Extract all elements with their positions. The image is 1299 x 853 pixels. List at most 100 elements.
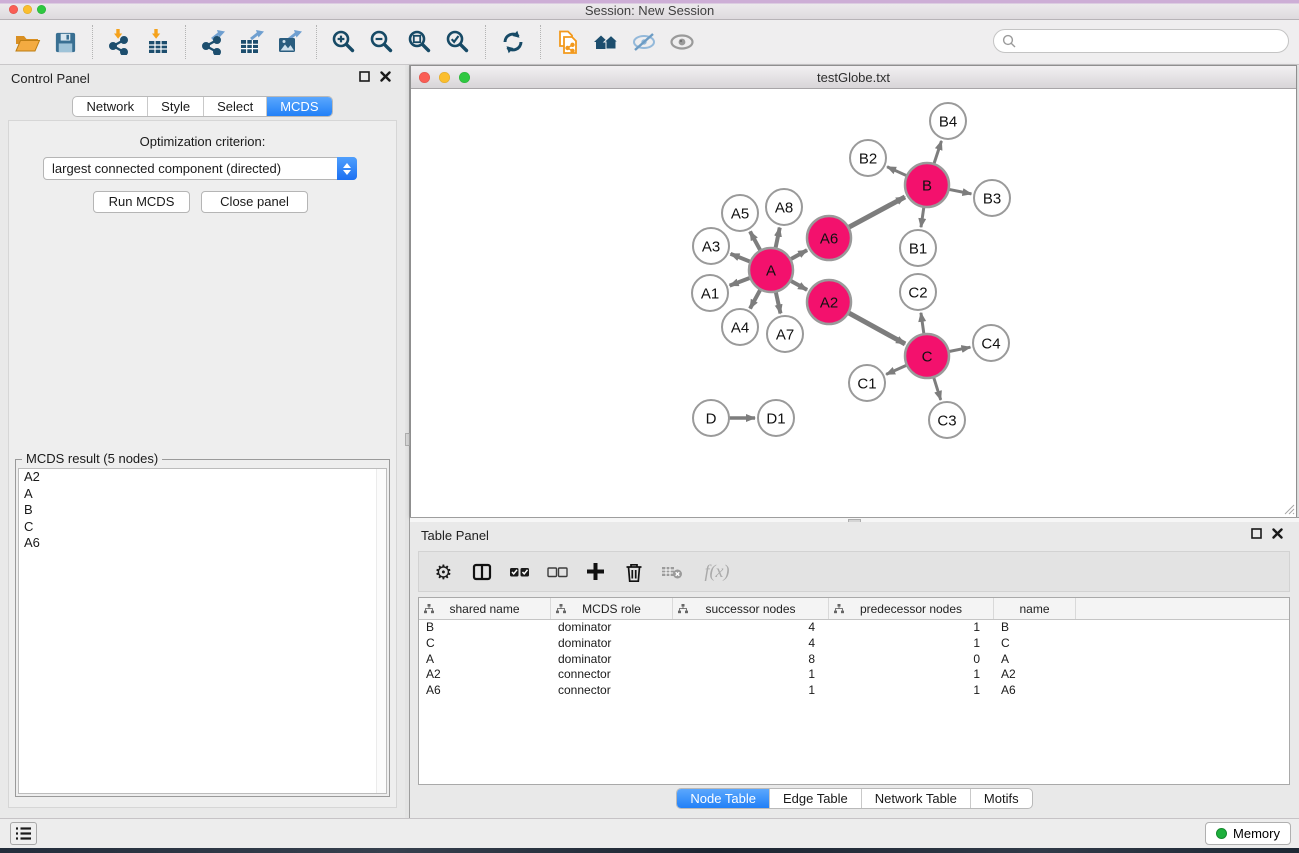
- table-cell[interactable]: 8: [673, 652, 829, 668]
- network-graph[interactable]: B4B2BB3A8A5A6A3B1AA1C2A2A4A7C4CC1C3DD1: [411, 89, 1296, 517]
- table-row[interactable]: A2connector11A2: [419, 667, 1289, 683]
- function-builder-button[interactable]: f(x): [695, 557, 739, 587]
- mcds-result-item[interactable]: A: [19, 486, 386, 503]
- table-cell[interactable]: A6: [994, 683, 1076, 699]
- import-table-button[interactable]: [139, 23, 177, 61]
- tab-motifs[interactable]: Motifs: [970, 789, 1032, 808]
- mcds-result-scrollbar[interactable]: [376, 469, 386, 793]
- table-cell[interactable]: A: [994, 652, 1076, 668]
- column-header-name[interactable]: name: [994, 598, 1076, 619]
- tab-network-table[interactable]: Network Table: [861, 789, 970, 808]
- edge-A-A3[interactable]: [730, 254, 752, 263]
- network-overview-button[interactable]: [549, 23, 587, 61]
- edge-B-B3[interactable]: [947, 189, 972, 194]
- add-column-button[interactable]: [581, 557, 610, 587]
- table-cell[interactable]: A2: [994, 667, 1076, 683]
- import-network-button[interactable]: [101, 23, 139, 61]
- tab-select[interactable]: Select: [203, 97, 266, 116]
- table-row[interactable]: A6connector11A6: [419, 683, 1289, 699]
- table-cell[interactable]: A6: [419, 683, 551, 699]
- edge-A2-C[interactable]: [847, 312, 906, 344]
- float-panel-icon[interactable]: [359, 71, 370, 82]
- edge-C-C2[interactable]: [921, 313, 924, 336]
- table-cell[interactable]: 1: [673, 683, 829, 699]
- zoom-fit-button[interactable]: [401, 23, 439, 61]
- table-cell[interactable]: 1: [829, 667, 994, 683]
- tab-edge-table[interactable]: Edge Table: [769, 789, 861, 808]
- zoom-in-button[interactable]: [325, 23, 363, 61]
- tab-style[interactable]: Style: [147, 97, 203, 116]
- table-cell[interactable]: C: [419, 636, 551, 652]
- refresh-layout-button[interactable]: [494, 23, 532, 61]
- mcds-result-list[interactable]: A2ABCA6: [18, 468, 387, 794]
- float-panel-icon[interactable]: [1251, 528, 1262, 539]
- table-cell[interactable]: connector: [551, 667, 673, 683]
- mcds-result-item[interactable]: A6: [19, 535, 386, 552]
- mcds-result-item[interactable]: B: [19, 502, 386, 519]
- table-cell[interactable]: 0: [829, 652, 994, 668]
- memory-button[interactable]: Memory: [1205, 822, 1291, 845]
- edge-A-A8[interactable]: [775, 228, 780, 251]
- delete-table-button[interactable]: [657, 557, 686, 587]
- table-cell[interactable]: dominator: [551, 636, 673, 652]
- table-row[interactable]: Bdominator41B: [419, 620, 1289, 636]
- column-header-successor-nodes[interactable]: successor nodes: [673, 598, 829, 619]
- edge-B-B2[interactable]: [887, 167, 909, 177]
- show-columns-button[interactable]: [467, 557, 496, 587]
- mcds-result-item[interactable]: C: [19, 519, 386, 536]
- select-all-columns-button[interactable]: [505, 557, 534, 587]
- table-cell[interactable]: 1: [829, 620, 994, 636]
- table-cell[interactable]: 4: [673, 636, 829, 652]
- network-window-titlebar[interactable]: testGlobe.txt: [411, 66, 1296, 89]
- zoom-selected-button[interactable]: [439, 23, 477, 61]
- show-all-button[interactable]: [663, 23, 701, 61]
- table-cell[interactable]: B: [419, 620, 551, 636]
- home-view-button[interactable]: [587, 23, 625, 61]
- search-field[interactable]: [993, 29, 1289, 53]
- edge-A-A5[interactable]: [750, 231, 761, 252]
- column-header-predecessor-nodes[interactable]: predecessor nodes: [829, 598, 994, 619]
- window-resize-grip[interactable]: [1281, 501, 1295, 515]
- edge-C-C1[interactable]: [886, 364, 909, 374]
- table-cell[interactable]: 1: [673, 667, 829, 683]
- edge-B-B1[interactable]: [921, 205, 924, 227]
- edge-A-A1[interactable]: [730, 277, 753, 286]
- table-cell[interactable]: connector: [551, 683, 673, 699]
- table-cell[interactable]: dominator: [551, 652, 673, 668]
- export-network-button[interactable]: [194, 23, 232, 61]
- save-session-button[interactable]: [46, 23, 84, 61]
- tab-node-table[interactable]: Node Table: [677, 789, 769, 808]
- hide-selected-button[interactable]: [625, 23, 663, 61]
- edge-A-A7[interactable]: [775, 290, 780, 314]
- export-image-button[interactable]: [270, 23, 308, 61]
- column-header-shared-name[interactable]: shared name: [419, 598, 551, 619]
- table-cell[interactable]: dominator: [551, 620, 673, 636]
- task-history-button[interactable]: [10, 822, 37, 845]
- window-titlebar[interactable]: Session: New Session: [0, 0, 1299, 20]
- table-cell[interactable]: 4: [673, 620, 829, 636]
- mcds-result-item[interactable]: A2: [19, 469, 386, 486]
- optimization-criterion-select[interactable]: largest connected component (directed): [43, 157, 357, 180]
- table-cell[interactable]: A: [419, 652, 551, 668]
- zoom-out-button[interactable]: [363, 23, 401, 61]
- table-cell[interactable]: C: [994, 636, 1076, 652]
- search-input[interactable]: [1016, 32, 1288, 50]
- table-row[interactable]: Adominator80A: [419, 652, 1289, 668]
- tab-network[interactable]: Network: [73, 97, 147, 116]
- edge-C-C3[interactable]: [933, 375, 941, 400]
- open-session-button[interactable]: [8, 23, 46, 61]
- table-cell[interactable]: B: [994, 620, 1076, 636]
- table-cell[interactable]: 1: [829, 636, 994, 652]
- edge-C-C4[interactable]: [947, 347, 971, 352]
- close-panel-icon[interactable]: [1272, 528, 1283, 539]
- network-canvas[interactable]: B4B2BB3A8A5A6A3B1AA1C2A2A4A7C4CC1C3DD1: [411, 89, 1296, 517]
- close-panel-button[interactable]: Close panel: [201, 191, 308, 213]
- edge-A-A4[interactable]: [750, 288, 761, 309]
- column-header-mcds-role[interactable]: MCDS role: [551, 598, 673, 619]
- edge-A6-B[interactable]: [847, 197, 905, 229]
- table-row[interactable]: Cdominator41C: [419, 636, 1289, 652]
- table-settings-button[interactable]: ⚙: [429, 557, 458, 587]
- close-panel-icon[interactable]: [380, 71, 391, 82]
- tab-mcds[interactable]: MCDS: [266, 97, 331, 116]
- table-cell[interactable]: 1: [829, 683, 994, 699]
